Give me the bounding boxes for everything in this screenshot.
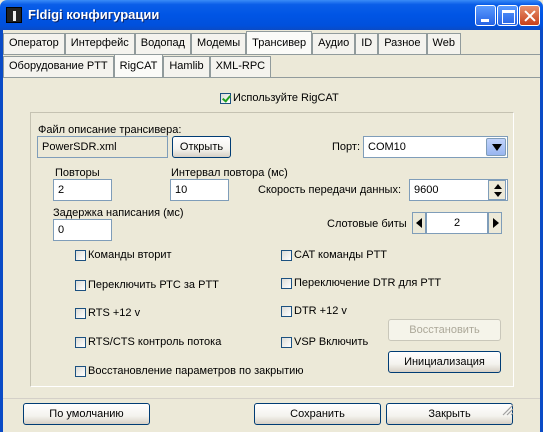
restore-button[interactable]: Восстановить [388, 319, 501, 341]
title-bar: Fldigi конфигурации [0, 0, 543, 30]
tab-8[interactable]: Web [426, 33, 461, 54]
checkbox-icon [281, 277, 292, 289]
retry-interval-input[interactable]: 10 [170, 179, 229, 201]
sub-tabs: Оборудование PTT RigCAT Hamlib XML-RPC [3, 54, 272, 78]
checkbox-icon [75, 279, 86, 291]
subtab-1[interactable]: RigCAT [113, 54, 164, 77]
tab-divider [3, 54, 540, 55]
checkbox-icon [75, 249, 86, 261]
rts-12v-checkbox[interactable]: RTS +12 v [75, 307, 140, 319]
echo-commands-checkbox[interactable]: Команды вторит [75, 249, 172, 261]
tab-2[interactable]: Водопад [134, 33, 191, 54]
port-value: COM10 [368, 141, 406, 153]
subtab-2[interactable]: Hamlib [163, 56, 210, 77]
use-rigcat-label: Используйте RigCAT [233, 92, 339, 104]
write-delay-input[interactable]: 0 [53, 219, 112, 241]
cat-ptt-label: CAT команды PTT [294, 249, 388, 261]
app-icon [6, 7, 22, 23]
resize-grip-icon[interactable] [500, 402, 514, 416]
subtab-3[interactable]: XML-RPC [209, 56, 272, 77]
main-tabs: Оператор Интерфейс Водопад Модемы Трансивер А… [3, 31, 461, 55]
tab-0[interactable]: Оператор [3, 33, 65, 54]
baud-spinner[interactable] [488, 180, 506, 200]
minimize-button[interactable] [475, 5, 496, 26]
toggle-rts-ptt-label: Переключить РТС за PTT [88, 279, 219, 291]
baud-label: Скорость передачи данных: [258, 184, 401, 196]
echo-commands-label: Команды вторит [88, 249, 172, 261]
cat-ptt-checkbox[interactable]: CAT команды PTT [281, 249, 387, 261]
dtr-12v-checkbox[interactable]: DTR +12 v [281, 305, 347, 317]
rts-cts-flow-label: RTS/CTS контроль потока [88, 336, 222, 348]
close-button[interactable]: Закрыть [386, 403, 513, 425]
retries-label: Повторы [55, 167, 100, 179]
initialize-button[interactable]: Инициализация [388, 351, 501, 373]
checkbox-icon [75, 365, 86, 377]
toggle-dtr-ptt-label: Переключение DTR для PTT [294, 277, 442, 289]
maximize-button[interactable] [497, 5, 518, 26]
checkbox-icon [281, 305, 292, 317]
tab-4[interactable]: Трансивер [246, 31, 313, 54]
write-delay-label: Задержка написания (мс) [53, 207, 184, 219]
tab-6[interactable]: ID [355, 33, 379, 54]
port-dropdown-button[interactable] [486, 138, 506, 156]
checkbox-icon [75, 336, 86, 348]
window-title: Fldigi конфигурации [28, 7, 160, 22]
tab-7[interactable]: Разное [378, 33, 427, 54]
vsp-enable-checkbox[interactable]: VSP Включить [281, 336, 368, 348]
tab-1[interactable]: Интерфейс [64, 33, 135, 54]
use-rigcat-checkbox[interactable]: Используйте RigCAT [220, 92, 339, 104]
spin-up-icon [494, 184, 502, 189]
restore-on-close-checkbox[interactable]: Восстановление параметров по закрытию [75, 365, 304, 377]
save-button[interactable]: Сохранить [254, 403, 381, 425]
tab-3[interactable]: Модемы [190, 33, 247, 54]
arrow-right-icon [493, 218, 499, 228]
rts-12v-label: RTS +12 v [88, 307, 141, 319]
port-label: Порт: [332, 141, 360, 153]
stop-bits-label: Слотовые биты [327, 218, 407, 230]
vsp-enable-label: VSP Включить [294, 336, 369, 348]
stop-bits-input[interactable]: 2 [426, 212, 488, 234]
checkbox-icon [281, 336, 292, 348]
close-window-button[interactable] [519, 5, 540, 26]
tab-5[interactable]: Аудио [312, 33, 356, 54]
chevron-down-icon [492, 144, 502, 151]
dtr-12v-label: DTR +12 v [294, 305, 347, 317]
stop-bits-decrement[interactable] [412, 212, 426, 234]
stop-bits-increment[interactable] [488, 212, 502, 234]
toggle-dtr-ptt-checkbox[interactable]: Переключение DTR для PTT [281, 277, 441, 289]
subtab-0[interactable]: Оборудование PTT [3, 56, 114, 77]
defaults-button[interactable]: По умолчанию [23, 403, 150, 425]
restore-on-close-label: Восстановление параметров по закрытию [88, 365, 304, 377]
toggle-rts-ptt-checkbox[interactable]: Переключить РТС за PTT [75, 279, 219, 291]
checkbox-icon [281, 249, 292, 261]
rts-cts-flow-checkbox[interactable]: RTS/CTS контроль потока [75, 336, 221, 348]
use-rigcat-check-icon [220, 92, 231, 104]
arrow-left-icon [416, 218, 422, 228]
checkbox-icon [75, 307, 86, 319]
baud-value: 9600 [414, 184, 439, 196]
open-file-button[interactable]: Открыть [172, 136, 231, 158]
retry-interval-label: Интервал повтора (мс) [171, 167, 288, 179]
rig-file-label: Файл описание трансивера: [38, 124, 182, 136]
spin-down-icon [494, 192, 502, 197]
rig-file-field[interactable]: PowerSDR.xml [37, 136, 168, 158]
retries-input[interactable]: 2 [53, 179, 112, 201]
